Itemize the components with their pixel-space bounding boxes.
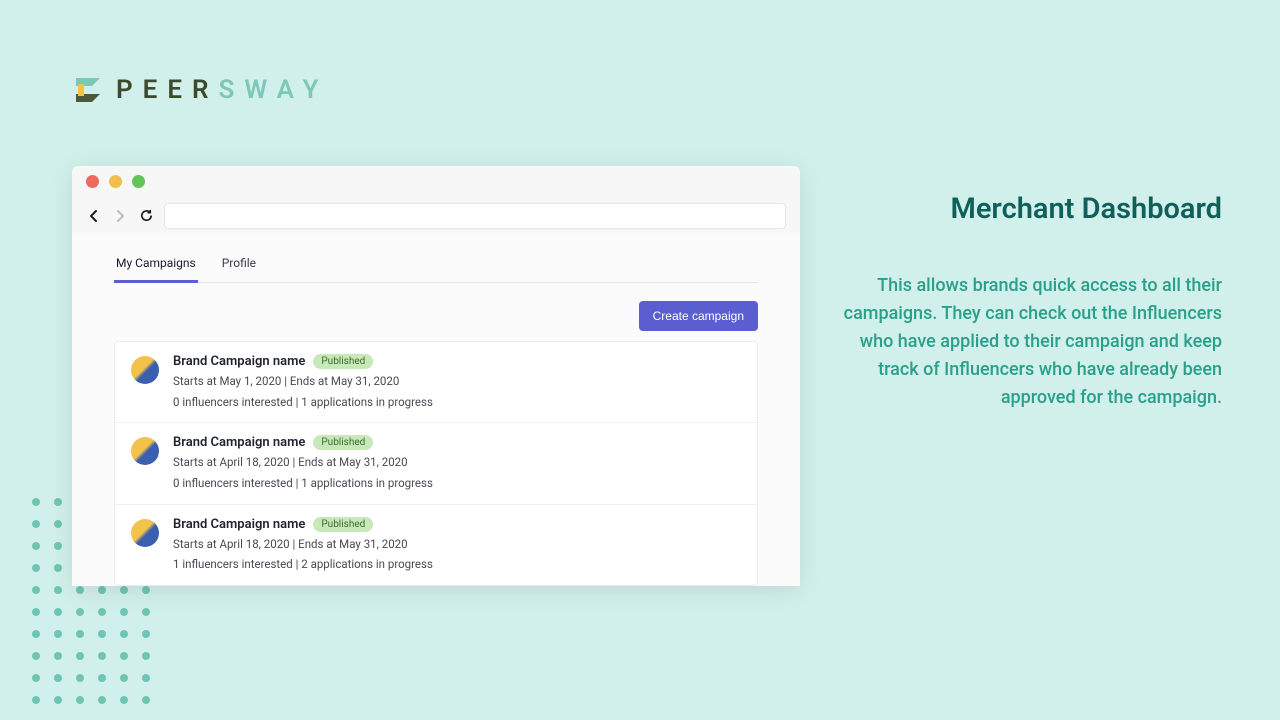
avatar xyxy=(131,519,159,547)
campaign-dates: Starts at May 1, 2020 | Ends at May 31, … xyxy=(173,373,741,390)
logo-mark-icon xyxy=(72,72,104,108)
campaign-stats: 1 influencers interested | 2 application… xyxy=(173,556,741,573)
campaign-row-body: Brand Campaign name Published Starts at … xyxy=(173,435,741,491)
campaign-row[interactable]: Brand Campaign name Published Starts at … xyxy=(115,423,757,504)
reload-icon[interactable] xyxy=(138,208,154,224)
campaign-stats: 0 influencers interested | 1 application… xyxy=(173,475,741,492)
url-bar[interactable] xyxy=(164,203,786,229)
page-tabs: My Campaigns Profile xyxy=(114,248,758,283)
peersway-logo: PEERSWAY xyxy=(72,72,328,108)
campaign-name: Brand Campaign name xyxy=(173,517,305,532)
campaign-dates: Starts at April 18, 2020 | Ends at May 3… xyxy=(173,454,741,471)
window-minimize-icon[interactable] xyxy=(109,175,122,188)
marketing-copy: Merchant Dashboard This allows brands qu… xyxy=(842,192,1222,411)
page-title: Merchant Dashboard xyxy=(842,192,1222,226)
back-icon[interactable] xyxy=(86,208,102,224)
avatar xyxy=(131,356,159,384)
app-page: My Campaigns Profile Create campaign Bra… xyxy=(72,234,800,586)
avatar xyxy=(131,437,159,465)
window-maximize-icon[interactable] xyxy=(132,175,145,188)
logo-wordmark: PEERSWAY xyxy=(116,75,328,105)
forward-icon[interactable] xyxy=(112,208,128,224)
browser-window: My Campaigns Profile Create campaign Bra… xyxy=(72,166,800,586)
campaign-name: Brand Campaign name xyxy=(173,354,305,369)
window-close-icon[interactable] xyxy=(86,175,99,188)
tab-my-campaigns[interactable]: My Campaigns xyxy=(114,248,198,283)
campaign-row[interactable]: Brand Campaign name Published Starts at … xyxy=(115,342,757,423)
status-badge: Published xyxy=(313,517,373,532)
create-campaign-button[interactable]: Create campaign xyxy=(639,301,758,331)
campaign-name: Brand Campaign name xyxy=(173,435,305,450)
campaign-stats: 0 influencers interested | 1 application… xyxy=(173,394,741,411)
window-title-bar xyxy=(72,166,800,197)
campaign-row-body: Brand Campaign name Published Starts at … xyxy=(173,354,741,410)
campaign-list: Brand Campaign name Published Starts at … xyxy=(114,341,758,586)
campaign-row-body: Brand Campaign name Published Starts at … xyxy=(173,517,741,573)
tab-profile[interactable]: Profile xyxy=(220,248,258,282)
status-badge: Published xyxy=(313,435,373,450)
campaign-row[interactable]: Brand Campaign name Published Starts at … xyxy=(115,505,757,585)
browser-nav-bar xyxy=(72,197,800,234)
campaign-dates: Starts at April 18, 2020 | Ends at May 3… xyxy=(173,536,741,553)
page-actions: Create campaign xyxy=(114,301,758,331)
page-description: This allows brands quick access to all t… xyxy=(842,272,1222,411)
status-badge: Published xyxy=(313,354,373,369)
